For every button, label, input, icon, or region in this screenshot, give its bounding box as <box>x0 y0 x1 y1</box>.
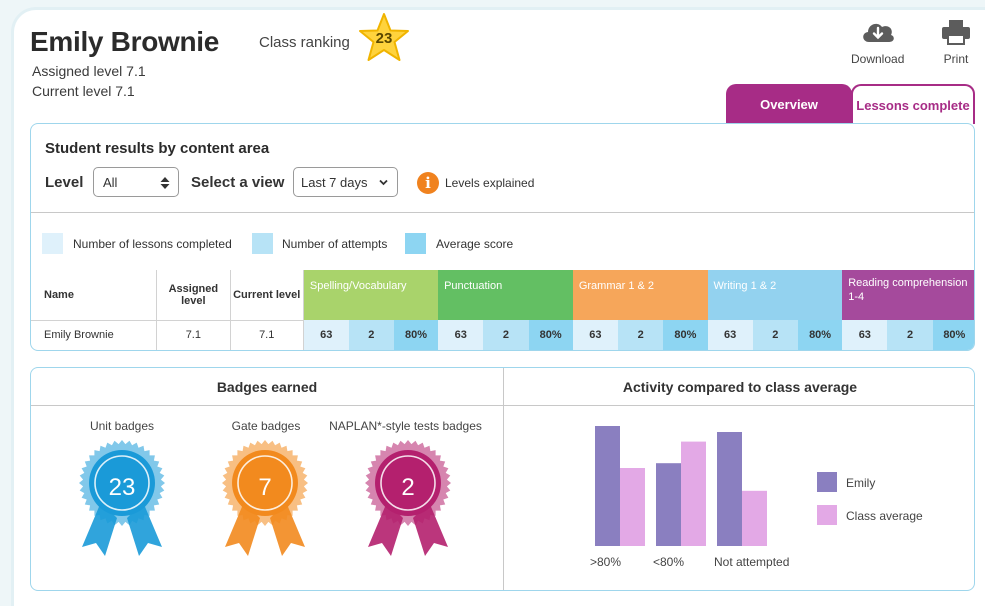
lessons-completed-cell: 63 <box>438 320 484 350</box>
average-score-cell: 80% <box>932 320 974 350</box>
legend-swatch-attempts <box>252 233 273 254</box>
legend-swatch-lessons <box>42 233 63 254</box>
average-score-cell: 80% <box>528 320 573 350</box>
assigned-level: Assigned level 7.1 <box>32 63 146 79</box>
average-score-cell: 80% <box>393 320 439 350</box>
badge-rosette <box>365 440 451 565</box>
results-title: Student results by content area <box>45 140 270 157</box>
attempts-cell: 2 <box>348 320 394 350</box>
student-name: Emily Brownie <box>30 26 220 57</box>
bar-emily <box>595 426 620 546</box>
view-label: Select a view <box>191 174 285 191</box>
legend-swatch-score <box>405 233 426 254</box>
x-tick-label: Not attempted <box>714 555 790 569</box>
area-header-writing: Writing 1 & 2 <box>707 270 843 320</box>
sort-arrows-icon <box>160 177 170 189</box>
attempts-cell: 2 <box>618 320 664 350</box>
download-button[interactable]: Download <box>851 18 904 66</box>
badge-count: 23 <box>108 474 136 501</box>
badges-title: Badges earned <box>216 379 318 395</box>
download-label: Download <box>851 52 905 66</box>
chevron-down-icon <box>379 179 388 186</box>
bar-class-average <box>742 490 767 546</box>
legend-label-attempts: Number of attempts <box>282 237 388 251</box>
naplan-badges-label: NAPLAN*-style tests badges <box>329 419 482 433</box>
levels-explained-link[interactable]: Levels explained <box>445 176 534 190</box>
area-header-grammar: Grammar 1 & 2 <box>572 270 708 320</box>
area-header-reading: Reading comprehension 1-4 <box>842 270 974 320</box>
column-header-name: Name <box>31 270 158 321</box>
legend-label-emily: Emily <box>846 476 876 490</box>
lessons-completed-cell: 63 <box>303 320 349 350</box>
current-level-cell: 7.1 <box>230 320 304 350</box>
unit-badges-label: Unit badges <box>89 419 155 433</box>
bar-class-average <box>620 468 645 546</box>
average-score-cell: 80% <box>663 320 708 350</box>
bar-emily <box>717 432 742 546</box>
legend-label-score: Average score <box>436 237 514 251</box>
current-level: Current level 7.1 <box>32 83 135 99</box>
results-panel: Student results by content area Level Al… <box>30 123 975 351</box>
table-row: Emily Brownie 7.1 7.1 63 2 80% 63 2 80% 63 2 80%… <box>31 320 974 350</box>
average-score-cell: 80% <box>797 320 843 350</box>
printer-icon <box>942 20 970 45</box>
activity-title: Activity compared to class average <box>622 379 858 395</box>
attempts-cell: 2 <box>483 320 529 350</box>
column-header-assigned: Assigned level <box>156 270 231 321</box>
level-label: Level <box>45 174 84 191</box>
tab-lessons-complete[interactable]: Lessons complete <box>851 84 975 124</box>
print-label: Print <box>943 52 969 66</box>
info-icon[interactable]: i <box>417 172 439 194</box>
badge-rosette <box>222 440 308 565</box>
badge-count: 7 <box>258 474 272 501</box>
tab-overview[interactable]: Overview <box>726 84 852 124</box>
area-header-spelling: Spelling/Vocabulary <box>303 270 439 320</box>
attempts-cell: 2 <box>887 320 933 350</box>
download-icon <box>862 23 894 42</box>
level-select-value: All <box>103 174 118 190</box>
level-select[interactable]: All <box>93 167 179 197</box>
divider <box>31 212 974 213</box>
x-tick-label: >80% <box>590 555 622 569</box>
x-tick-label: <80% <box>653 555 685 569</box>
view-select[interactable]: Last 7 days <box>293 167 398 197</box>
bar-emily <box>656 463 681 546</box>
summary-panel: Badges earned Activity compared to class… <box>30 367 975 591</box>
table-header-row: Name Assigned level Current level Spelli… <box>31 270 974 321</box>
legend-label-class-average: Class average <box>846 509 923 523</box>
class-ranking-value: 23 <box>375 30 393 47</box>
lessons-completed-cell: 63 <box>572 320 619 350</box>
assigned-level-cell: 7.1 <box>156 320 231 350</box>
results-table: Name Assigned level Current level Spelli… <box>31 270 974 350</box>
legend-label-lessons: Number of lessons completed <box>73 237 232 251</box>
view-select-value: Last 7 days <box>301 174 368 190</box>
lessons-completed-cell: 63 <box>707 320 753 350</box>
attempts-cell: 2 <box>752 320 798 350</box>
column-header-current: Current level <box>229 270 304 321</box>
student-name-cell: Emily Brownie <box>31 320 158 350</box>
legend-swatch-emily <box>817 472 837 492</box>
print-button[interactable]: Print <box>940 18 972 66</box>
badge-count: 2 <box>401 474 415 501</box>
class-ranking-label: Class ranking <box>259 34 350 51</box>
bar-class-average <box>681 441 706 546</box>
badge-rosette <box>79 440 165 565</box>
legend-swatch-class-average <box>817 505 837 525</box>
lessons-completed-cell: 63 <box>842 320 888 350</box>
area-header-punctuation: Punctuation <box>438 270 573 320</box>
